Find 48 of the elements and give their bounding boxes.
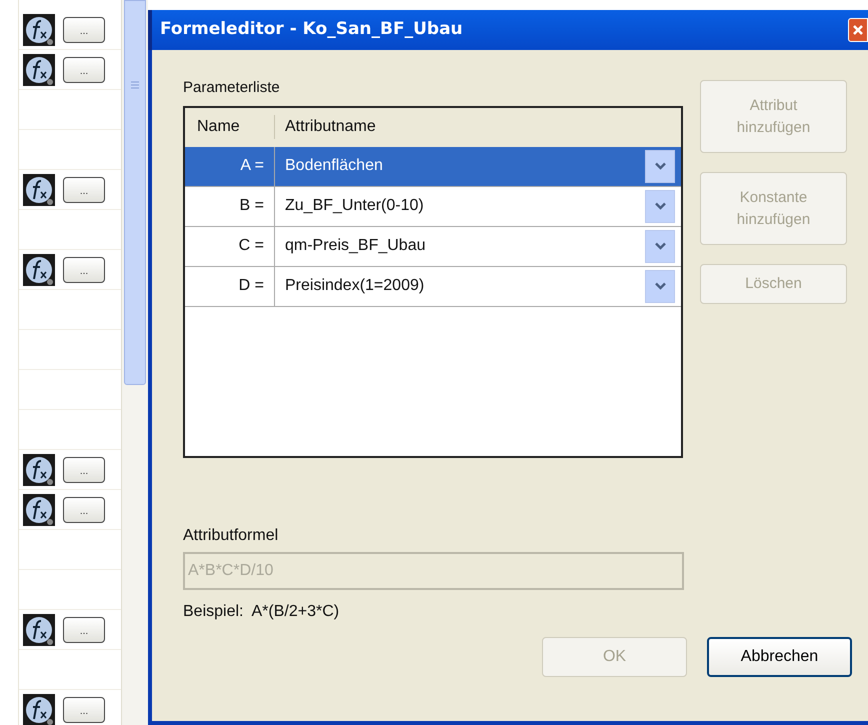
close-icon bbox=[852, 24, 864, 36]
example-text: Beispiel: A*(B/2+3*C) bbox=[183, 602, 340, 622]
column-header: Name bbox=[185, 115, 275, 139]
ellipsis-button[interactable]: ... bbox=[63, 16, 105, 42]
attribute-dropdown[interactable]: Preisindex(1=2009) bbox=[275, 274, 645, 298]
dropdown-button[interactable] bbox=[645, 150, 675, 182]
dropdown-button[interactable] bbox=[645, 190, 675, 222]
function-icon[interactable] bbox=[23, 614, 55, 646]
table-row[interactable]: D = Preisindex(1=2009) bbox=[185, 266, 681, 306]
ellipsis-button[interactable]: ... bbox=[63, 696, 105, 722]
function-icon[interactable] bbox=[23, 174, 55, 206]
table-cell: A = bbox=[185, 146, 275, 186]
ellipsis-button[interactable]: ... bbox=[63, 176, 105, 202]
attribute-dropdown[interactable]: Zu_BF_Unter(0-10) bbox=[275, 194, 645, 218]
scroll-thumb[interactable] bbox=[124, 0, 146, 385]
table-cell: D = bbox=[185, 266, 275, 306]
dropdown-button[interactable] bbox=[645, 270, 675, 302]
function-icon[interactable] bbox=[23, 54, 55, 86]
ellipsis-button[interactable]: ... bbox=[63, 256, 105, 282]
list-label: Parameterliste bbox=[183, 78, 281, 98]
grip-icon bbox=[131, 81, 140, 89]
window-title: Formeleditor - Ko_San_BF_Ubau bbox=[160, 18, 463, 42]
formula-label: Attributformel bbox=[183, 526, 278, 546]
table-cell: C = bbox=[185, 226, 275, 266]
chevron-down-icon bbox=[654, 202, 666, 210]
ellipsis-button[interactable]: ... bbox=[63, 496, 105, 522]
scrollbar[interactable] bbox=[121, 0, 148, 725]
chevron-down-icon bbox=[654, 162, 666, 170]
attribute-dropdown[interactable]: qm-Preis_BF_Ubau bbox=[275, 234, 645, 258]
function-icon[interactable] bbox=[23, 494, 55, 526]
ellipsis-button[interactable]: ... bbox=[63, 616, 105, 642]
ellipsis-button[interactable]: ... bbox=[63, 56, 105, 82]
function-icon[interactable] bbox=[23, 454, 55, 486]
attribute-dropdown[interactable]: Bodenflächen bbox=[275, 154, 645, 178]
chevron-down-icon bbox=[654, 282, 666, 290]
table-cell: B = bbox=[185, 186, 275, 226]
dialog-button[interactable]: Abbrechen bbox=[707, 636, 852, 676]
function-icon[interactable] bbox=[23, 254, 55, 286]
close-button[interactable] bbox=[848, 18, 868, 42]
chevron-down-icon bbox=[654, 242, 666, 250]
table-row[interactable]: C = qm-Preis_BF_Ubau bbox=[185, 226, 681, 266]
table-row[interactable]: B = Zu_BF_Unter(0-10) bbox=[185, 186, 681, 226]
ellipsis-button[interactable]: ... bbox=[63, 456, 105, 482]
function-icon[interactable] bbox=[23, 694, 55, 725]
dropdown-button[interactable] bbox=[645, 230, 675, 262]
table-row[interactable]: A = Bodenflächen bbox=[185, 146, 681, 186]
column-header: Attributname bbox=[284, 117, 377, 137]
function-icon[interactable] bbox=[23, 14, 55, 46]
